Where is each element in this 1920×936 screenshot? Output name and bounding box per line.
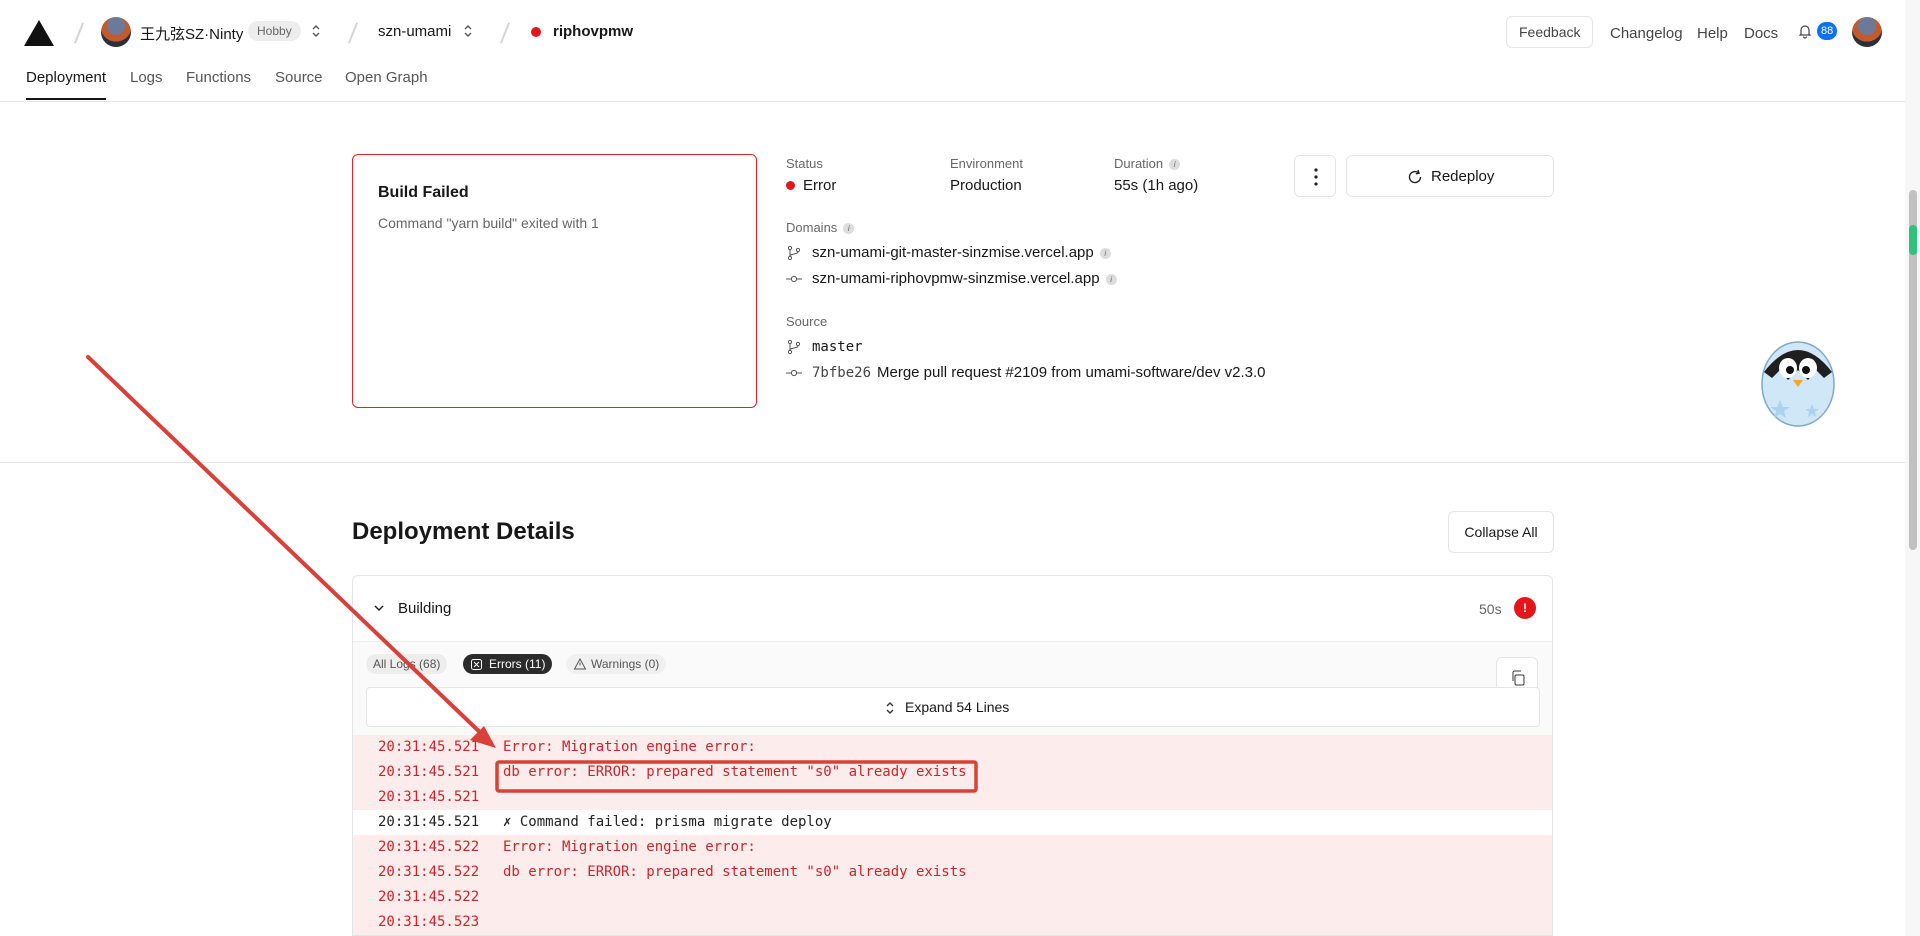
warning-icon [574,658,586,670]
environment-value: Production [950,177,1022,194]
filter-warnings[interactable]: Warnings (0) [566,654,667,674]
building-step-duration: 50s [1479,601,1502,617]
log-row: 20:31:45.521 [353,785,1552,810]
tab-deployment[interactable]: Deployment [26,69,107,100]
expand-lines-label: Expand 54 Lines [905,699,1010,715]
tab-open-graph[interactable]: Open Graph [345,69,428,98]
environment-label: Environment [950,156,1023,171]
vercel-logo-icon[interactable] [24,20,54,46]
log-timestamp: 20:31:45.522 [378,839,480,855]
git-branch-icon [787,339,801,355]
git-commit-icon [786,369,802,377]
status-label: Status [786,156,823,171]
deployment-name[interactable]: riphovpmw [553,23,633,40]
expand-lines-button[interactable]: Expand 54 Lines [366,687,1540,727]
error-indicator-icon: ! [1514,597,1536,619]
info-icon[interactable]: i [843,223,855,235]
deployment-status-dot [531,27,541,37]
domains-label: Domains i [786,220,855,235]
status-value: Error [803,177,837,194]
changelog-link[interactable]: Changelog [1610,25,1683,42]
notification-count-badge: 88 [1817,22,1838,40]
kebab-icon [1314,168,1318,186]
domain-link-git[interactable]: szn-umami-git-master-sinzmise.vercel.app… [812,244,1111,261]
git-commit-icon [786,275,802,283]
tab-functions[interactable]: Functions [186,69,251,98]
filter-all-logs[interactable]: All Logs (68) [366,654,448,674]
tab-source[interactable]: Source [275,69,323,98]
duration-value: 55s (1h ago) [1114,177,1199,194]
copy-icon [1512,670,1525,686]
building-step-panel: Building 50s ! All Logs (68) Errors (11)… [352,575,1553,936]
docs-link[interactable]: Docs [1744,25,1778,42]
breadcrumb-separator [499,22,511,44]
breadcrumb-separator [347,22,359,44]
plan-badge: Hobby [248,21,301,41]
error-filter-icon [471,659,482,670]
status-dot [786,181,795,190]
team-switcher-chevron-icon[interactable] [311,21,321,41]
log-timestamp: 20:31:45.521 [378,739,480,755]
build-failed-title: Build Failed [378,184,469,201]
collapse-all-button[interactable]: Collapse All [1448,511,1554,553]
build-failed-message: Command "yarn build" exited with 1 [378,215,599,231]
redeploy-label: Redeploy [1431,168,1495,185]
log-row: 20:31:45.523 [353,910,1552,935]
deployment-tabs: Deployment Logs Functions Source Open Gr… [0,62,1905,102]
log-row: 20:31:45.521 Error: Migration engine erro… [353,735,1552,760]
log-viewer: All Logs (68) Errors (11) Warnings (0) E… [353,642,1552,935]
project-switcher-chevron-icon[interactable] [463,21,473,41]
info-icon[interactable]: i [1099,247,1111,259]
log-timestamp: 20:31:45.523 [378,914,480,930]
commit-hash[interactable]: 7bfbe26 [812,365,871,381]
info-icon[interactable]: i [1105,273,1117,285]
log-row: 20:31:45.521 ✗ Command failed: prisma mig… [353,810,1552,835]
project-name[interactable]: szn-umami [378,23,451,40]
section-divider [0,462,1905,463]
building-step-title: Building [398,600,452,617]
source-label: Source [786,314,828,329]
info-icon[interactable]: i [1169,159,1181,171]
log-timestamp: 20:31:45.521 [378,814,480,830]
source-branch[interactable]: master [812,339,863,355]
scrollbar-marker [1909,225,1917,255]
build-failed-preview: Build Failed Command "yarn build" exited… [352,154,757,408]
log-timestamp: 20:31:45.522 [378,864,480,880]
domain-link-deployment[interactable]: szn-umami-riphovpmw-sinzmise.vercel.app i [812,270,1117,287]
top-bar: 王九弦SZ·Ninty Hobby szn-umami riphovpmw Fe… [0,0,1905,62]
bell-icon[interactable] [1797,23,1813,39]
log-message: Error: Migration engine error: [503,739,756,755]
expand-icon [886,702,894,714]
filter-errors[interactable]: Errors (11) [463,654,553,674]
git-branch-icon [787,245,801,261]
more-options-button[interactable] [1294,155,1336,197]
duration-label: Duration i [1114,156,1181,171]
deployment-details-title: Deployment Details [352,518,575,545]
log-timestamp: 20:31:45.521 [378,764,480,780]
log-timestamp: 20:31:45.522 [378,889,480,905]
commit-message[interactable]: Merge pull request #2109 from umami-soft… [877,364,1266,381]
help-link[interactable]: Help [1697,25,1728,42]
user-avatar[interactable] [1852,17,1882,47]
team-avatar[interactable] [101,17,131,47]
log-row: 20:31:45.521 db error: ERROR: prepared st… [353,760,1552,785]
log-row: 20:31:45.522 db error: ERROR: prepared st… [353,860,1552,885]
chevron-down-icon[interactable] [373,602,385,614]
tab-logs[interactable]: Logs [130,69,163,98]
breadcrumb-separator [73,22,85,44]
log-row: 20:31:45.522 Error: Migration engine erro… [353,835,1552,860]
building-step-header[interactable]: Building 50s ! [353,576,1552,642]
log-row: 20:31:45.522 [353,885,1552,910]
feedback-button[interactable]: Feedback [1506,16,1594,48]
log-timestamp: 20:31:45.521 [378,789,480,805]
refresh-icon [1408,169,1422,184]
redeploy-button[interactable]: Redeploy [1346,155,1554,197]
log-message: ✗ Command failed: prisma migrate deploy [503,814,832,830]
penguin-egg-mascot-icon [1761,341,1835,427]
log-message: db error: ERROR: prepared statement "s0"… [503,764,967,780]
team-name[interactable]: 王九弦SZ·Ninty [140,23,243,44]
log-message: Error: Migration engine error: [503,839,756,855]
log-message: db error: ERROR: prepared statement "s0"… [503,864,967,880]
